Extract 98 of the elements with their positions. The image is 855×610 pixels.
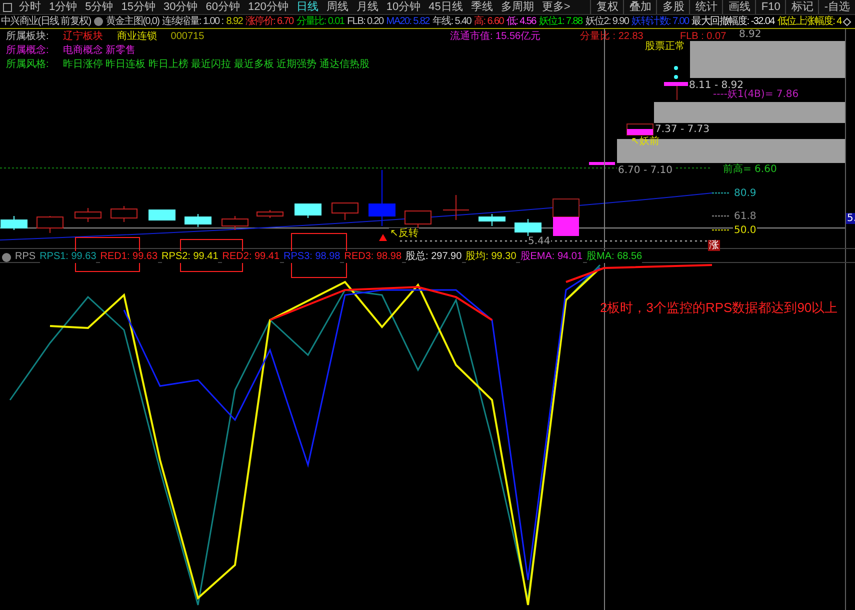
- info-tag: 000715: [170, 32, 204, 42]
- candlestick: [368, 170, 396, 226]
- period-tab[interactable]: 月线: [352, 0, 382, 14]
- chart-label: 6.70 - 7.10: [617, 165, 674, 176]
- period-tab[interactable]: 周线: [322, 0, 352, 14]
- candlestick: [552, 198, 580, 236]
- info-label: 所属风格:: [6, 60, 49, 70]
- indicator-value: 低位上涨幅度: 4: [777, 16, 842, 26]
- market-stat: 流通市值: 15.56亿元: [450, 32, 541, 42]
- indicator-value: 妖位1: 7.88: [538, 16, 582, 26]
- indicator-value: 股MA: 68.56: [586, 251, 642, 263]
- candlestick: [74, 208, 102, 222]
- fibonacci-line: [712, 192, 730, 194]
- indicator-value: 股总: 297.90: [406, 251, 462, 263]
- period-tab[interactable]: 多周期: [496, 0, 538, 14]
- panel-title: RPS: [15, 252, 36, 262]
- info-tag: 电商概念 新零售: [62, 46, 136, 56]
- indicator-value: 8.92: [226, 16, 242, 26]
- candlestick: [664, 82, 690, 100]
- period-tab[interactable]: 分时: [15, 0, 45, 14]
- chart-tag: 涨: [708, 240, 720, 251]
- indicator-value: 涨停价: 6.70: [245, 16, 294, 26]
- period-tab[interactable]: 60分钟: [202, 0, 244, 14]
- candlestick: [184, 214, 212, 228]
- info-tag: 辽宁板块: [62, 32, 103, 42]
- indicator-value: 中兴商业(日线 前复权): [1, 16, 91, 26]
- candlestick: [0, 216, 28, 230]
- toolbar-button[interactable]: 叠加: [623, 0, 656, 14]
- chart-label: ↖反转: [389, 228, 420, 239]
- indicator-value: 高: 6.60: [474, 16, 504, 26]
- candlestick: [478, 214, 506, 226]
- period-tab[interactable]: 45日线: [424, 0, 467, 14]
- chart-label: ----妖1(4B)= 7.86: [712, 89, 800, 100]
- indicator-value: 股均: 99.30: [466, 251, 516, 263]
- indicator-value: MA20: 5.82: [386, 16, 430, 26]
- candlestick: [442, 194, 470, 220]
- market-stat: FLB : 0.07: [680, 32, 726, 42]
- indicator-value: RED1: 99.63: [100, 251, 158, 263]
- period-tab[interactable]: 5分钟: [81, 0, 118, 14]
- period-tab[interactable]: 120分钟: [244, 0, 292, 14]
- period-tab[interactable]: 15分钟: [117, 0, 160, 14]
- candlestick: [332, 202, 358, 220]
- chart-label: 前高= 6.60: [722, 164, 778, 175]
- candlestick: [110, 206, 138, 222]
- period-tab[interactable]: 10分钟: [382, 0, 425, 14]
- indicator-value: 分量比: 0.01: [296, 16, 344, 26]
- indicator-value: 最大回撤幅度: -32.04: [692, 16, 774, 26]
- indicator-value: RPS3: 98.98: [284, 251, 340, 263]
- indicator-value: 低: 4.56: [506, 16, 536, 26]
- indicator-value: 股EMA: 94.01: [520, 251, 583, 263]
- indicator-value: RED3: 98.98: [344, 251, 402, 263]
- candlestick: [294, 204, 322, 218]
- indicator-value: 年线: 5.40: [432, 16, 472, 26]
- period-tab[interactable]: 30分钟: [160, 0, 202, 14]
- info-label: 所属概念:: [6, 46, 49, 56]
- market-stat: 股票正常: [645, 42, 685, 52]
- indicator-value: 妖位2: 9.90: [585, 16, 629, 26]
- toolbar-button[interactable]: 复权: [590, 0, 624, 14]
- panel-icon[interactable]: [3, 2, 12, 12]
- period-tab[interactable]: 季线: [466, 0, 497, 14]
- toolbar-button[interactable]: 多股: [656, 0, 690, 14]
- info-label: 所属板块:: [6, 32, 49, 42]
- chart-label: ↖妖前: [630, 136, 660, 147]
- chart-tag: 5.: [846, 213, 855, 224]
- indicator-value: RPS1: 99.63: [40, 251, 96, 263]
- chart-label: 80.9: [733, 188, 758, 199]
- chart-label: 61.8: [733, 211, 758, 222]
- period-tab[interactable]: 更多>: [538, 0, 574, 14]
- candlestick: [222, 216, 248, 230]
- signal-dot: [674, 75, 678, 79]
- candlestick: [148, 210, 176, 220]
- indicator-value: RPS2: 99.41: [162, 251, 218, 263]
- toolbar-button[interactable]: -自选: [818, 0, 855, 14]
- indicator-value: FLB: 0.20: [347, 16, 384, 26]
- candlestick: [514, 218, 542, 236]
- info-tag: 商业连锁: [116, 32, 157, 42]
- chart-label: 5.44: [527, 236, 552, 247]
- indicator-value: 妖转计数: 7.00: [632, 16, 689, 26]
- candlestick: [589, 162, 615, 165]
- candlestick: [626, 124, 654, 136]
- candlestick: [256, 210, 284, 218]
- indicator-value: RED2: 99.41: [222, 251, 280, 263]
- info-tag: 昨日涨停 昨日连板 昨日上榜 最近闪拉 最近多板 近期强势 通达信热股: [62, 60, 370, 70]
- indicator-value: 黄金主图(0,0): [106, 16, 160, 26]
- toolbar-button[interactable]: 画线: [722, 0, 756, 14]
- chart-label: 50.0: [733, 225, 758, 236]
- annotation-text: 2板时，3个监控的RPS数据都达到90以上: [600, 301, 838, 314]
- indicator-value: 连续缩量: 1.00 :: [162, 16, 224, 26]
- candlestick: [36, 216, 64, 234]
- period-tab[interactable]: 日线: [292, 0, 322, 14]
- signal-dot: [674, 66, 678, 70]
- chart-label: 8.92: [738, 29, 762, 40]
- triangle-marker-icon: [379, 234, 387, 241]
- toolbar-button[interactable]: 标记: [785, 0, 818, 14]
- period-tab[interactable]: 1分钟: [45, 0, 82, 14]
- chart-label: 7.37 - 7.73: [654, 124, 710, 135]
- toolbar-button[interactable]: 统计: [689, 0, 722, 14]
- toolbar-button[interactable]: F10: [755, 0, 786, 14]
